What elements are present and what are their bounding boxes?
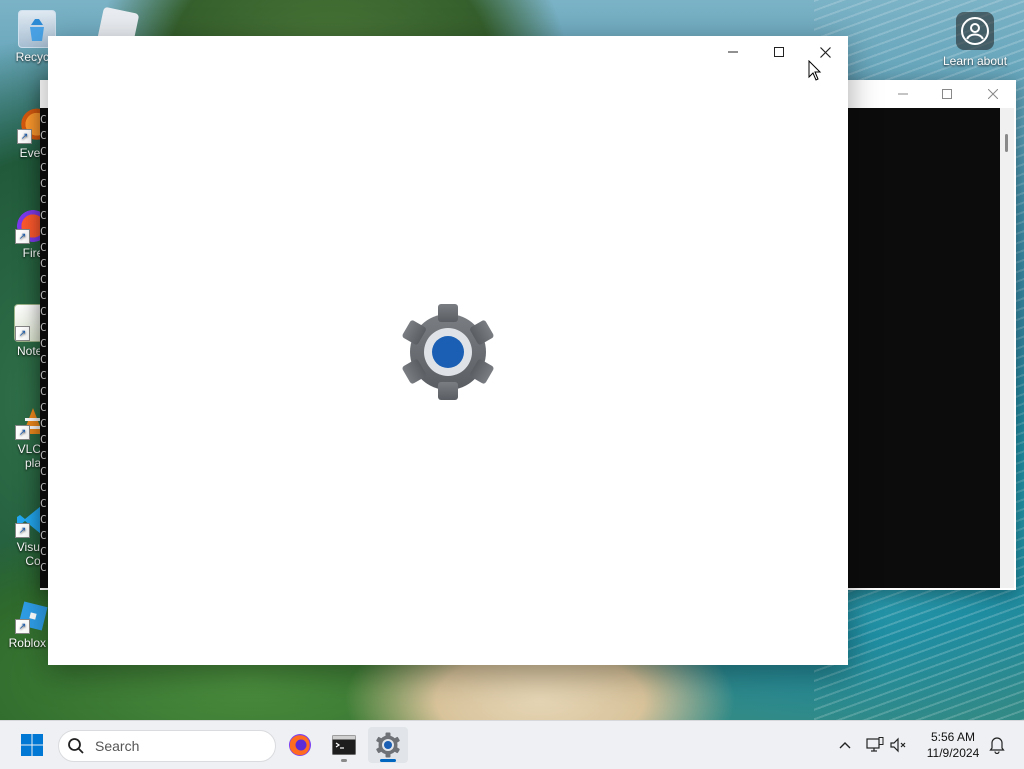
taskbar: 5:56 AM 11/9/2024 <box>0 720 1024 769</box>
notification-bell-icon <box>989 737 1005 754</box>
tray-network-volume[interactable] <box>862 727 912 763</box>
console-line: C <box>40 433 47 446</box>
console-line: C <box>40 225 47 238</box>
maximize-icon <box>774 47 784 57</box>
console-line: C <box>40 353 47 366</box>
minimize-icon <box>898 93 908 95</box>
console-line: C <box>40 545 47 558</box>
mouse-cursor <box>808 59 822 87</box>
settings-splash <box>398 304 498 400</box>
console-line: C <box>40 497 47 510</box>
console-line: C <box>40 305 47 318</box>
terminal-icon <box>332 735 356 755</box>
chevron-up-icon <box>839 742 851 749</box>
firefox-icon <box>289 734 311 756</box>
close-icon <box>988 89 998 99</box>
taskbar-search[interactable] <box>58 730 276 762</box>
search-input[interactable] <box>93 737 257 755</box>
console-line: C <box>40 177 47 190</box>
taskbar-app-terminal[interactable] <box>324 727 364 763</box>
console-maximize-button[interactable] <box>924 80 970 108</box>
notification-center-button[interactable] <box>986 727 1008 763</box>
settings-gear-icon <box>376 732 400 758</box>
console-line: C <box>40 193 47 206</box>
console-line: C <box>40 513 47 526</box>
active-indicator <box>380 759 396 762</box>
shortcut-arrow-icon: ↗ <box>15 229 30 244</box>
clock-date: 11/9/2024 <box>926 746 980 760</box>
shortcut-arrow-icon: ↗ <box>15 619 30 634</box>
console-line: C <box>40 481 47 494</box>
shortcut-arrow-icon: ↗ <box>17 129 32 144</box>
console-line: C <box>40 113 47 126</box>
settings-window[interactable] <box>48 36 848 665</box>
console-line: C <box>40 241 47 254</box>
console-output-text: CCCCCCCCCCCCCCCCCCCCCCCCCCCCC <box>40 112 48 576</box>
console-line: C <box>40 289 47 302</box>
learn-about-picture[interactable]: Learn about <box>940 12 1010 68</box>
clock-time: 5:56 AM <box>930 730 976 744</box>
console-line: C <box>40 369 47 382</box>
close-icon <box>819 46 831 58</box>
running-indicator <box>341 759 347 762</box>
taskbar-app-settings[interactable] <box>368 727 408 763</box>
settings-gear-icon <box>402 304 494 400</box>
shortcut-arrow-icon: ↗ <box>15 523 30 538</box>
cursor-arrow-icon <box>808 59 822 81</box>
minimize-icon <box>728 51 738 53</box>
network-icon <box>866 737 884 752</box>
console-line: C <box>40 401 47 414</box>
console-line: C <box>40 161 47 174</box>
tray-overflow-button[interactable] <box>834 727 856 763</box>
console-scrollbar[interactable] <box>1000 108 1014 588</box>
console-minimize-button[interactable] <box>880 80 926 108</box>
start-button[interactable] <box>12 727 52 763</box>
console-line: C <box>40 145 47 158</box>
console-line: C <box>40 465 47 478</box>
settings-minimize-button[interactable] <box>710 38 756 66</box>
learn-about-label: Learn about <box>942 54 1008 68</box>
console-line: C <box>40 449 47 462</box>
volume-muted-icon <box>890 737 906 753</box>
roblox-studio-icon: ↗ <box>15 598 51 634</box>
console-line: C <box>40 321 47 334</box>
console-line: C <box>40 209 47 222</box>
shortcut-arrow-icon: ↗ <box>15 326 30 341</box>
console-output[interactable] <box>848 108 1000 588</box>
console-line: C <box>40 273 47 286</box>
shortcut-arrow-icon: ↗ <box>15 425 30 440</box>
console-line: C <box>40 561 47 574</box>
console-line: C <box>40 257 47 270</box>
maximize-icon <box>942 89 952 99</box>
taskbar-clock[interactable]: 5:56 AM 11/9/2024 <box>918 729 988 761</box>
console-scrollbar-thumb[interactable] <box>1005 134 1008 152</box>
windows-start-icon <box>21 734 43 756</box>
learn-about-picture-icon <box>956 12 994 50</box>
search-icon <box>68 738 84 754</box>
console-line: C <box>40 129 47 142</box>
console-line: C <box>40 337 47 350</box>
console-close-button[interactable] <box>970 80 1016 108</box>
console-line: C <box>40 529 47 542</box>
console-line: C <box>40 385 47 398</box>
taskbar-app-firefox[interactable] <box>280 727 320 763</box>
console-line: C <box>40 417 47 430</box>
settings-maximize-button[interactable] <box>756 38 802 66</box>
